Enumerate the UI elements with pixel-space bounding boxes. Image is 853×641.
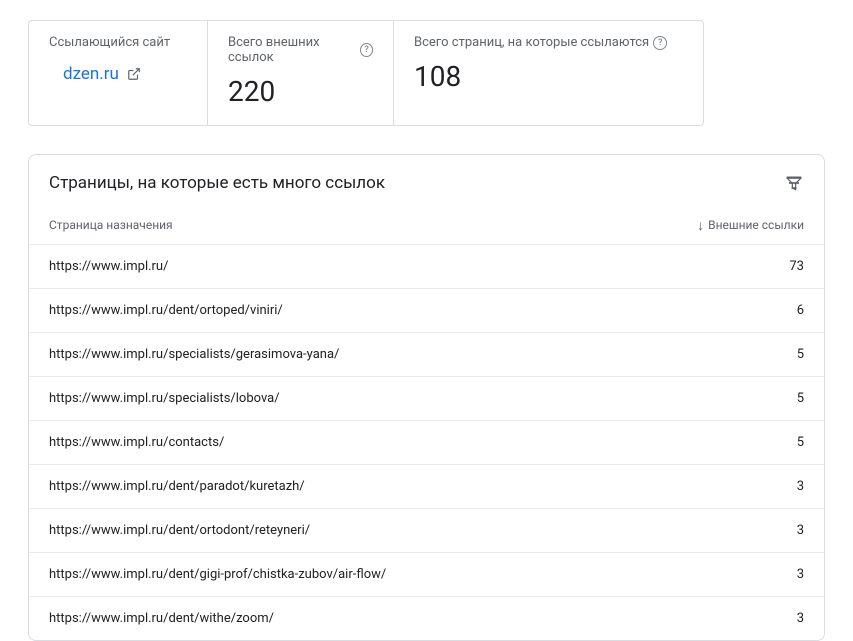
site-link-text: dzen.ru [63, 64, 119, 84]
table-header: Страницы, на которые есть много ссылок [29, 155, 824, 207]
row-count: 5 [797, 347, 804, 362]
row-count: 3 [797, 567, 804, 582]
column-header-links[interactable]: ↓ Внешние ссылки [697, 217, 804, 234]
row-url: https://www.impl.ru/dent/ortodont/reteyn… [49, 523, 310, 538]
table-column-headers: Страница назначения ↓ Внешние ссылки [29, 207, 824, 244]
table-body: https://www.impl.ru/73https://www.impl.r… [29, 244, 824, 640]
column-header-links-text: Внешние ссылки [708, 218, 804, 232]
column-header-page[interactable]: Страница назначения [49, 218, 173, 232]
stat-card-external-links: Всего внешних ссылок ? 220 [208, 20, 394, 126]
stat-label-site-text: Ссылающийся сайт [49, 35, 170, 50]
stat-card-total-pages: Всего страниц, на которые ссылаются ? 10… [394, 20, 704, 126]
site-link[interactable]: dzen.ru [63, 64, 187, 84]
row-url: https://www.impl.ru/dent/withe/zoom/ [49, 611, 274, 626]
row-count: 3 [797, 479, 804, 494]
row-url: https://www.impl.ru/dent/ortoped/viniri/ [49, 303, 283, 318]
sort-arrow-down-icon: ↓ [697, 217, 704, 234]
help-icon[interactable]: ? [653, 36, 667, 50]
row-count: 5 [797, 391, 804, 406]
table-card: Страницы, на которые есть много ссылок С… [28, 154, 825, 641]
table-row[interactable]: https://www.impl.ru/dent/paradot/kuretaz… [29, 464, 824, 508]
table-row[interactable]: https://www.impl.ru/contacts/5 [29, 420, 824, 464]
table-row[interactable]: https://www.impl.ru/dent/gigi-prof/chist… [29, 552, 824, 596]
row-count: 3 [797, 523, 804, 538]
row-count: 3 [797, 611, 804, 626]
table-row[interactable]: https://www.impl.ru/dent/ortodont/reteyn… [29, 508, 824, 552]
table-row[interactable]: https://www.impl.ru/dent/ortoped/viniri/… [29, 288, 824, 332]
stat-label-external: Всего внешних ссылок ? [228, 35, 373, 65]
row-url: https://www.impl.ru/dent/gigi-prof/chist… [49, 567, 386, 582]
stat-value-external: 220 [228, 75, 373, 109]
row-url: https://www.impl.ru/dent/paradot/kuretaz… [49, 479, 305, 494]
row-url: https://www.impl.ru/contacts/ [49, 435, 224, 450]
row-url: https://www.impl.ru/specialists/lobova/ [49, 391, 280, 406]
table-title: Страницы, на которые есть много ссылок [49, 173, 385, 193]
row-url: https://www.impl.ru/ [49, 259, 168, 274]
row-url: https://www.impl.ru/specialists/gerasimo… [49, 347, 339, 362]
row-count: 5 [797, 435, 804, 450]
row-count: 6 [797, 303, 804, 318]
table-row[interactable]: https://www.impl.ru/dent/withe/zoom/3 [29, 596, 824, 640]
filter-icon[interactable] [784, 173, 804, 193]
help-icon[interactable]: ? [360, 43, 373, 57]
stat-label-site: Ссылающийся сайт [49, 35, 187, 50]
external-link-icon [127, 67, 141, 81]
table-row[interactable]: https://www.impl.ru/specialists/gerasimo… [29, 332, 824, 376]
stat-label-pages: Всего страниц, на которые ссылаются ? [414, 35, 683, 50]
stat-card-site: Ссылающийся сайт dzen.ru [28, 20, 208, 126]
table-row[interactable]: https://www.impl.ru/specialists/lobova/5 [29, 376, 824, 420]
row-count: 73 [789, 259, 804, 274]
stat-label-pages-text: Всего страниц, на которые ссылаются [414, 35, 649, 50]
stat-label-external-text: Всего внешних ссылок [228, 35, 356, 65]
stat-value-pages: 108 [414, 60, 683, 94]
table-row[interactable]: https://www.impl.ru/73 [29, 244, 824, 288]
stats-row: Ссылающийся сайт dzen.ru Всего внешних с… [28, 20, 825, 126]
